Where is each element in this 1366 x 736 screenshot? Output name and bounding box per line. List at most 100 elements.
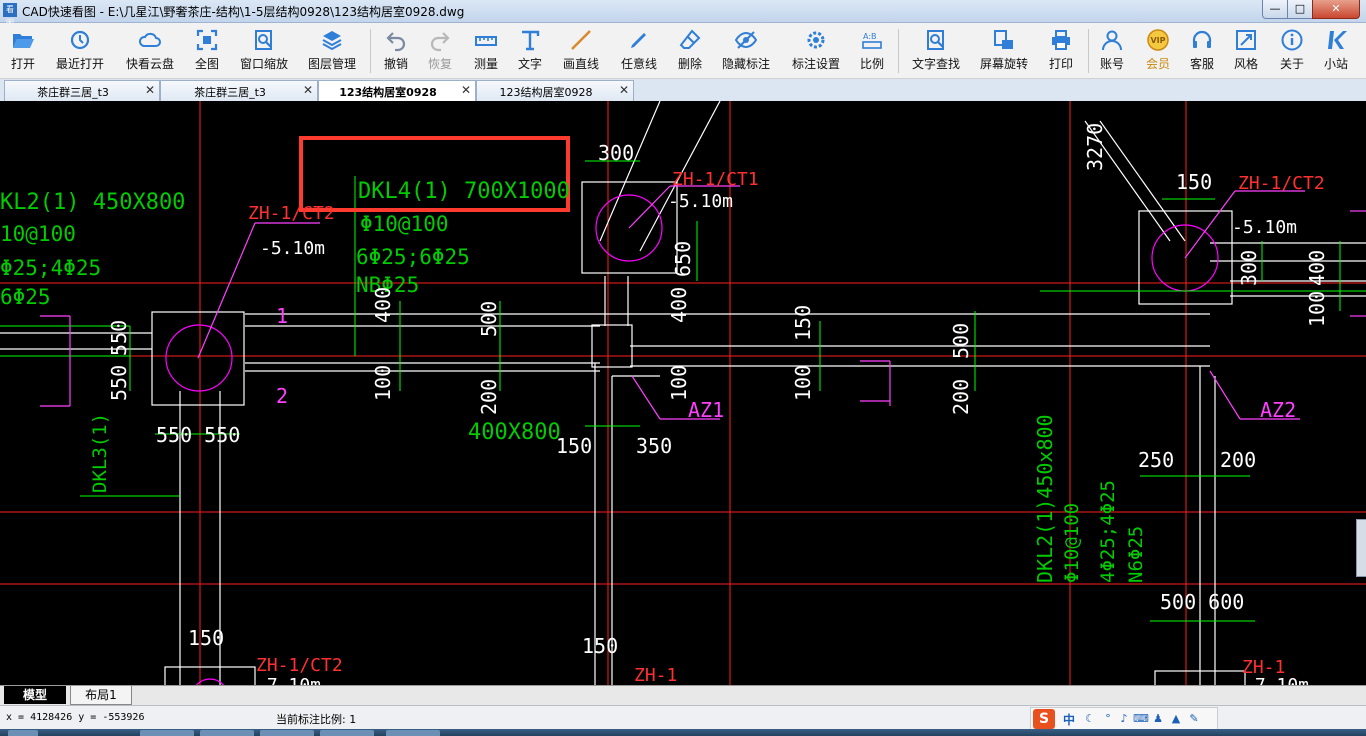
dkl4-label: DKL4(1) 700X1000	[358, 179, 570, 204]
freehand-line-button[interactable]: 任意线	[614, 23, 664, 78]
annotation-settings-button[interactable]: 标注设置	[786, 23, 846, 78]
printer-icon	[1052, 30, 1070, 50]
dkl4-bars: 6Φ25;6Φ25	[356, 245, 470, 269]
scale-button[interactable]: A:B 比例	[852, 23, 892, 78]
dim-text: 400	[371, 287, 395, 323]
dkl2-right-label: DKL2(1)450x800	[1033, 414, 1057, 583]
close-tab-icon[interactable]: ✕	[619, 83, 629, 97]
line-icon	[571, 30, 591, 50]
fit-all-button[interactable]: 全图	[186, 23, 228, 78]
support-button[interactable]: 客服	[1182, 23, 1222, 78]
toolbar-separator	[1088, 29, 1089, 73]
moon-icon[interactable]: ☾	[1083, 712, 1097, 726]
section-cut-marks	[40, 185, 1366, 420]
taskbar-item[interactable]	[200, 730, 254, 736]
ime-toolbar[interactable]: S 中 ☾ ° ♪ ⌨ ♟ ▲ ✎	[1030, 707, 1218, 731]
taskbar-item[interactable]	[386, 730, 440, 736]
dim-text: 150	[791, 305, 815, 341]
undo-button[interactable]: 撤销	[376, 23, 416, 78]
dim-text: 200	[1220, 448, 1256, 472]
zh-label: ZH-1/CT2	[256, 655, 343, 676]
style-button[interactable]: 风格	[1226, 23, 1266, 78]
text-search-button[interactable]: 文字查找	[906, 23, 966, 78]
svg-text:A:B: A:B	[863, 32, 877, 41]
rotate-screen-button[interactable]: 屏幕旋转	[974, 23, 1034, 78]
account-button[interactable]: 账号	[1092, 23, 1132, 78]
recent-open-button[interactable]: 最近打开	[50, 23, 110, 78]
document-tab[interactable]: 123结构居室0928 ✕	[476, 80, 634, 101]
document-tab[interactable]: 茶庄群三居_t3 ✕	[4, 80, 160, 101]
dim-text: 500	[477, 301, 501, 337]
eye-hide-icon	[734, 31, 758, 49]
window-zoom-button[interactable]: 窗口缩放	[234, 23, 294, 78]
wrench-icon[interactable]: ✎	[1187, 712, 1201, 726]
dkl2-right-n: N6Φ25	[1125, 526, 1147, 583]
ime-language-indicator[interactable]: 中	[1063, 711, 1075, 728]
draw-line-button[interactable]: 画直线	[558, 23, 604, 78]
dim-text: 350	[636, 434, 672, 458]
dim-text: 300	[598, 141, 634, 165]
print-button[interactable]: 打印	[1040, 23, 1082, 78]
document-tab-active[interactable]: 123结构居室0928 ✕	[318, 80, 476, 102]
layout1-tab[interactable]: 布局1	[70, 686, 132, 705]
zh-label: ZH-1/CT2	[248, 203, 335, 224]
dim-text: 150	[556, 434, 592, 458]
minimize-button[interactable]: —	[1262, 0, 1288, 19]
about-button[interactable]: 关于	[1272, 23, 1312, 78]
model-tab[interactable]: 模型	[4, 686, 66, 704]
style-icon	[1236, 30, 1256, 50]
maximize-button[interactable]: □	[1287, 0, 1313, 19]
kl2-label: KL2(1) 450X800	[0, 190, 185, 215]
document-tab-bar: 茶庄群三居_t3 ✕ 茶庄群三居_t3 ✕ 123结构居室0928 ✕ 123结…	[0, 79, 1366, 102]
dim-text: 650	[671, 241, 695, 277]
toolbar-separator	[898, 29, 899, 73]
dim-text: 150	[582, 634, 618, 658]
title-bar: 看图 CAD快速看图 - E:\几星江\野奢茶庄-结构\1-5层结构0928\1…	[0, 0, 1366, 28]
svg-text:VIP: VIP	[1150, 36, 1165, 45]
annotation-scale-status: 当前标注比例: 1	[276, 713, 357, 726]
close-tab-icon[interactable]: ✕	[145, 83, 155, 97]
document-tab[interactable]: 茶庄群三居_t3 ✕	[160, 80, 318, 101]
headset-icon	[1192, 30, 1212, 48]
dim-text: 100	[667, 365, 691, 401]
close-tab-icon[interactable]: ✕	[303, 83, 313, 97]
vip-icon: VIP	[1147, 29, 1169, 51]
mini-site-button[interactable]: 小站	[1316, 23, 1356, 78]
user-icon	[1102, 30, 1122, 51]
measure-button[interactable]: 测量	[466, 23, 506, 78]
layer-manager-button[interactable]: 图层管理	[302, 23, 362, 78]
text-icon	[522, 30, 540, 51]
dim-text: 500	[949, 323, 973, 359]
dim-text: 3270	[1083, 123, 1107, 171]
punctuation-icon[interactable]: °	[1101, 712, 1115, 726]
open-button[interactable]: 打开	[0, 23, 46, 78]
section-cut-number: 1	[276, 304, 288, 328]
annotation-settings-icon	[807, 31, 825, 49]
eraser-icon	[679, 29, 701, 49]
taskbar-item[interactable]	[320, 730, 374, 736]
user-icon[interactable]: ♟	[1151, 712, 1165, 726]
taskbar-item[interactable]	[8, 730, 38, 736]
close-button[interactable]: ✕	[1312, 0, 1360, 19]
vip-button[interactable]: VIP 会员	[1138, 23, 1178, 78]
sogou-ime-logo-icon[interactable]: S	[1033, 709, 1055, 729]
taskbar-item[interactable]	[140, 730, 194, 736]
redo-button[interactable]: 恢复	[420, 23, 460, 78]
cloud-drive-button[interactable]: 快看云盘	[120, 23, 180, 78]
text-search-icon	[927, 30, 944, 50]
text-button[interactable]: 文字	[510, 23, 550, 78]
kl2-stirrup: 10@100	[0, 222, 76, 246]
microphone-icon[interactable]: ♪	[1117, 712, 1131, 726]
delete-button[interactable]: 删除	[670, 23, 710, 78]
beam-size-label: 400X800	[468, 420, 561, 445]
drawing-canvas[interactable]: DKL4(1) 700X1000 Φ10@100 6Φ25;6Φ25 NBΦ25…	[0, 101, 1366, 685]
dim-text: 150	[1176, 170, 1212, 194]
taskbar-item[interactable]	[260, 730, 314, 736]
keyboard-icon[interactable]: ⌨	[1133, 712, 1149, 726]
hide-annotations-button[interactable]: 隐藏标注	[716, 23, 776, 78]
close-tab-icon[interactable]: ✕	[461, 83, 471, 97]
canvas-scroll-handle[interactable]	[1356, 519, 1366, 577]
history-icon	[70, 30, 90, 50]
skin-icon[interactable]: ▲	[1169, 712, 1183, 726]
measure-icon	[475, 36, 497, 46]
